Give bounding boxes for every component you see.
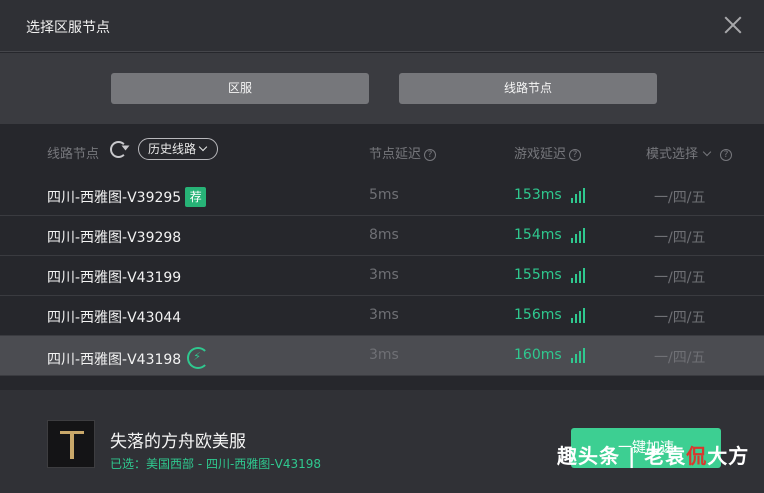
node-name: 四川-西雅图-V43044: [47, 310, 182, 326]
history-lines-button[interactable]: 历史线路: [138, 138, 218, 160]
tab-region[interactable]: 区服: [111, 73, 369, 104]
header-node-latency: 节点延迟?: [369, 143, 437, 162]
signal-icon: [571, 308, 585, 323]
game-latency: 153ms: [514, 187, 562, 203]
game-logo-icon: [47, 420, 95, 468]
node-name: 四川-西雅图-V39295 荐: [47, 187, 207, 207]
signal-icon: [571, 228, 585, 243]
mode-value: 一/四/五: [654, 310, 706, 326]
close-icon[interactable]: [722, 14, 744, 36]
node-latency: 3ms: [369, 267, 399, 283]
help-icon[interactable]: ?: [720, 149, 733, 161]
help-icon[interactable]: ?: [424, 149, 437, 161]
tab-line-nodes[interactable]: 线路节点: [399, 73, 657, 104]
node-name: 四川-西雅图-V43198: [47, 347, 210, 369]
recommended-badge: 荐: [185, 187, 207, 207]
table-row[interactable]: 四川-西雅图-V39295 荐 5ms 153ms 一/四/五: [0, 176, 764, 216]
table-row[interactable]: 四川-西雅图-V39298 8ms 154ms 一/四/五: [0, 216, 764, 256]
node-name: 四川-西雅图-V43199: [47, 270, 182, 286]
table-row[interactable]: 四川-西雅图-V43044 3ms 156ms 一/四/五: [0, 296, 764, 336]
footer-bar: 失落的方舟欧美服 已选：美国西部 - 四川-西雅图-V43198 一键加速 趣头…: [0, 390, 764, 493]
chevron-down-icon: [198, 142, 208, 152]
tab-bar: 区服 线路节点: [0, 53, 764, 124]
signal-icon: [571, 188, 585, 203]
title-bar: 选择区服节点: [0, 0, 764, 52]
signal-icon: [571, 268, 585, 283]
node-latency: 3ms: [369, 307, 399, 323]
node-latency: 5ms: [369, 187, 399, 203]
node-latency: 8ms: [369, 227, 399, 243]
game-name: 失落的方舟欧美服: [110, 432, 246, 452]
game-latency: 154ms: [514, 227, 562, 243]
game-latency: 156ms: [514, 307, 562, 323]
boost-icon: [187, 347, 210, 369]
table-row-selected[interactable]: 四川-西雅图-V43198 3ms 160ms 一/四/五: [0, 336, 764, 376]
header-node: 线路节点: [47, 147, 100, 162]
node-list: 线路节点 历史线路 节点延迟? 游戏延迟? 模式选择? 四川-西雅图-V3929…: [0, 124, 764, 390]
node-latency: 3ms: [369, 347, 399, 363]
history-lines-label: 历史线路: [148, 142, 197, 156]
selected-node-text: 已选：美国西部 - 四川-西雅图-V43198: [110, 457, 322, 471]
table-row[interactable]: 四川-西雅图-V43199 3ms 155ms 一/四/五: [0, 256, 764, 296]
game-latency: 160ms: [514, 347, 562, 363]
table-header: 线路节点 历史线路 节点延迟? 游戏延迟? 模式选择?: [0, 124, 764, 176]
watermark: 趣头条 | 老袁侃大方: [557, 444, 750, 468]
game-latency: 155ms: [514, 267, 562, 283]
help-icon[interactable]: ?: [569, 149, 582, 161]
refresh-icon[interactable]: [110, 141, 127, 158]
header-mode[interactable]: 模式选择?: [646, 143, 733, 162]
mode-value: 一/四/五: [654, 270, 706, 286]
chevron-down-icon: [702, 147, 712, 157]
mode-value: 一/四/五: [654, 350, 706, 366]
signal-icon: [571, 348, 585, 363]
node-name: 四川-西雅图-V39298: [47, 230, 182, 246]
mode-value: 一/四/五: [654, 190, 706, 206]
header-game-latency: 游戏延迟?: [514, 143, 582, 162]
mode-value: 一/四/五: [654, 230, 706, 246]
window-title: 选择区服节点: [26, 20, 110, 36]
